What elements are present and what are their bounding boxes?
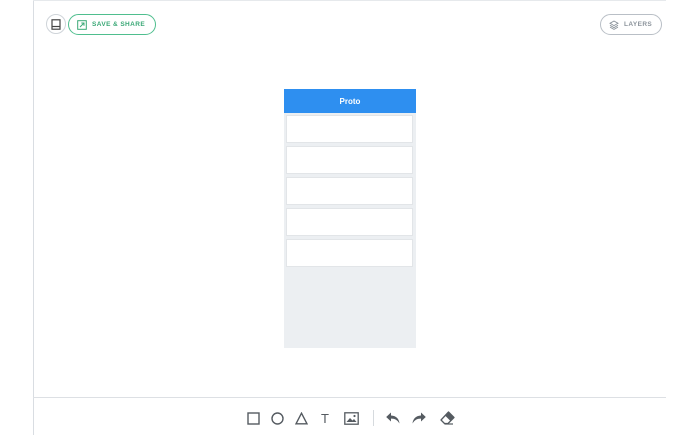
canvas-top-border xyxy=(33,0,666,1)
text-tool-icon: T xyxy=(321,410,329,426)
redo-icon xyxy=(412,412,426,424)
layers-button[interactable]: LAYERS xyxy=(600,14,663,35)
phone-header[interactable]: Proto xyxy=(284,89,416,113)
triangle-tool-icon xyxy=(294,411,308,424)
phone-prototype[interactable]: Proto xyxy=(284,89,416,348)
redo-button[interactable] xyxy=(410,409,428,427)
rectangle-tool-icon xyxy=(246,411,260,425)
eraser-button[interactable] xyxy=(438,409,456,427)
layers-label: LAYERS xyxy=(624,21,653,28)
save-share-button[interactable]: SAVE & SHARE xyxy=(68,14,157,35)
triangle-tool[interactable] xyxy=(292,409,310,427)
book-icon xyxy=(51,18,61,30)
text-tool[interactable]: T xyxy=(316,409,334,427)
rectangle-tool[interactable] xyxy=(244,409,262,427)
list-item[interactable] xyxy=(286,146,413,174)
list-item[interactable] xyxy=(286,177,413,205)
book-button[interactable] xyxy=(46,14,66,34)
image-tool[interactable] xyxy=(342,409,360,427)
phone-title: Proto xyxy=(339,96,361,106)
eraser-icon xyxy=(439,411,455,425)
undo-button[interactable] xyxy=(384,409,402,427)
list-item[interactable] xyxy=(286,239,413,267)
tool-separator xyxy=(373,410,374,426)
save-share-label: SAVE & SHARE xyxy=(92,21,146,28)
list-item[interactable] xyxy=(286,115,413,143)
list-item[interactable] xyxy=(286,208,413,236)
canvas-left-border xyxy=(33,0,34,435)
image-tool-icon xyxy=(343,411,359,425)
ellipse-tool[interactable] xyxy=(268,409,286,427)
share-icon xyxy=(77,19,87,30)
undo-icon xyxy=(386,412,400,424)
toolbar-divider xyxy=(33,397,666,398)
ellipse-tool-icon xyxy=(270,411,284,425)
layers-icon xyxy=(609,19,619,30)
